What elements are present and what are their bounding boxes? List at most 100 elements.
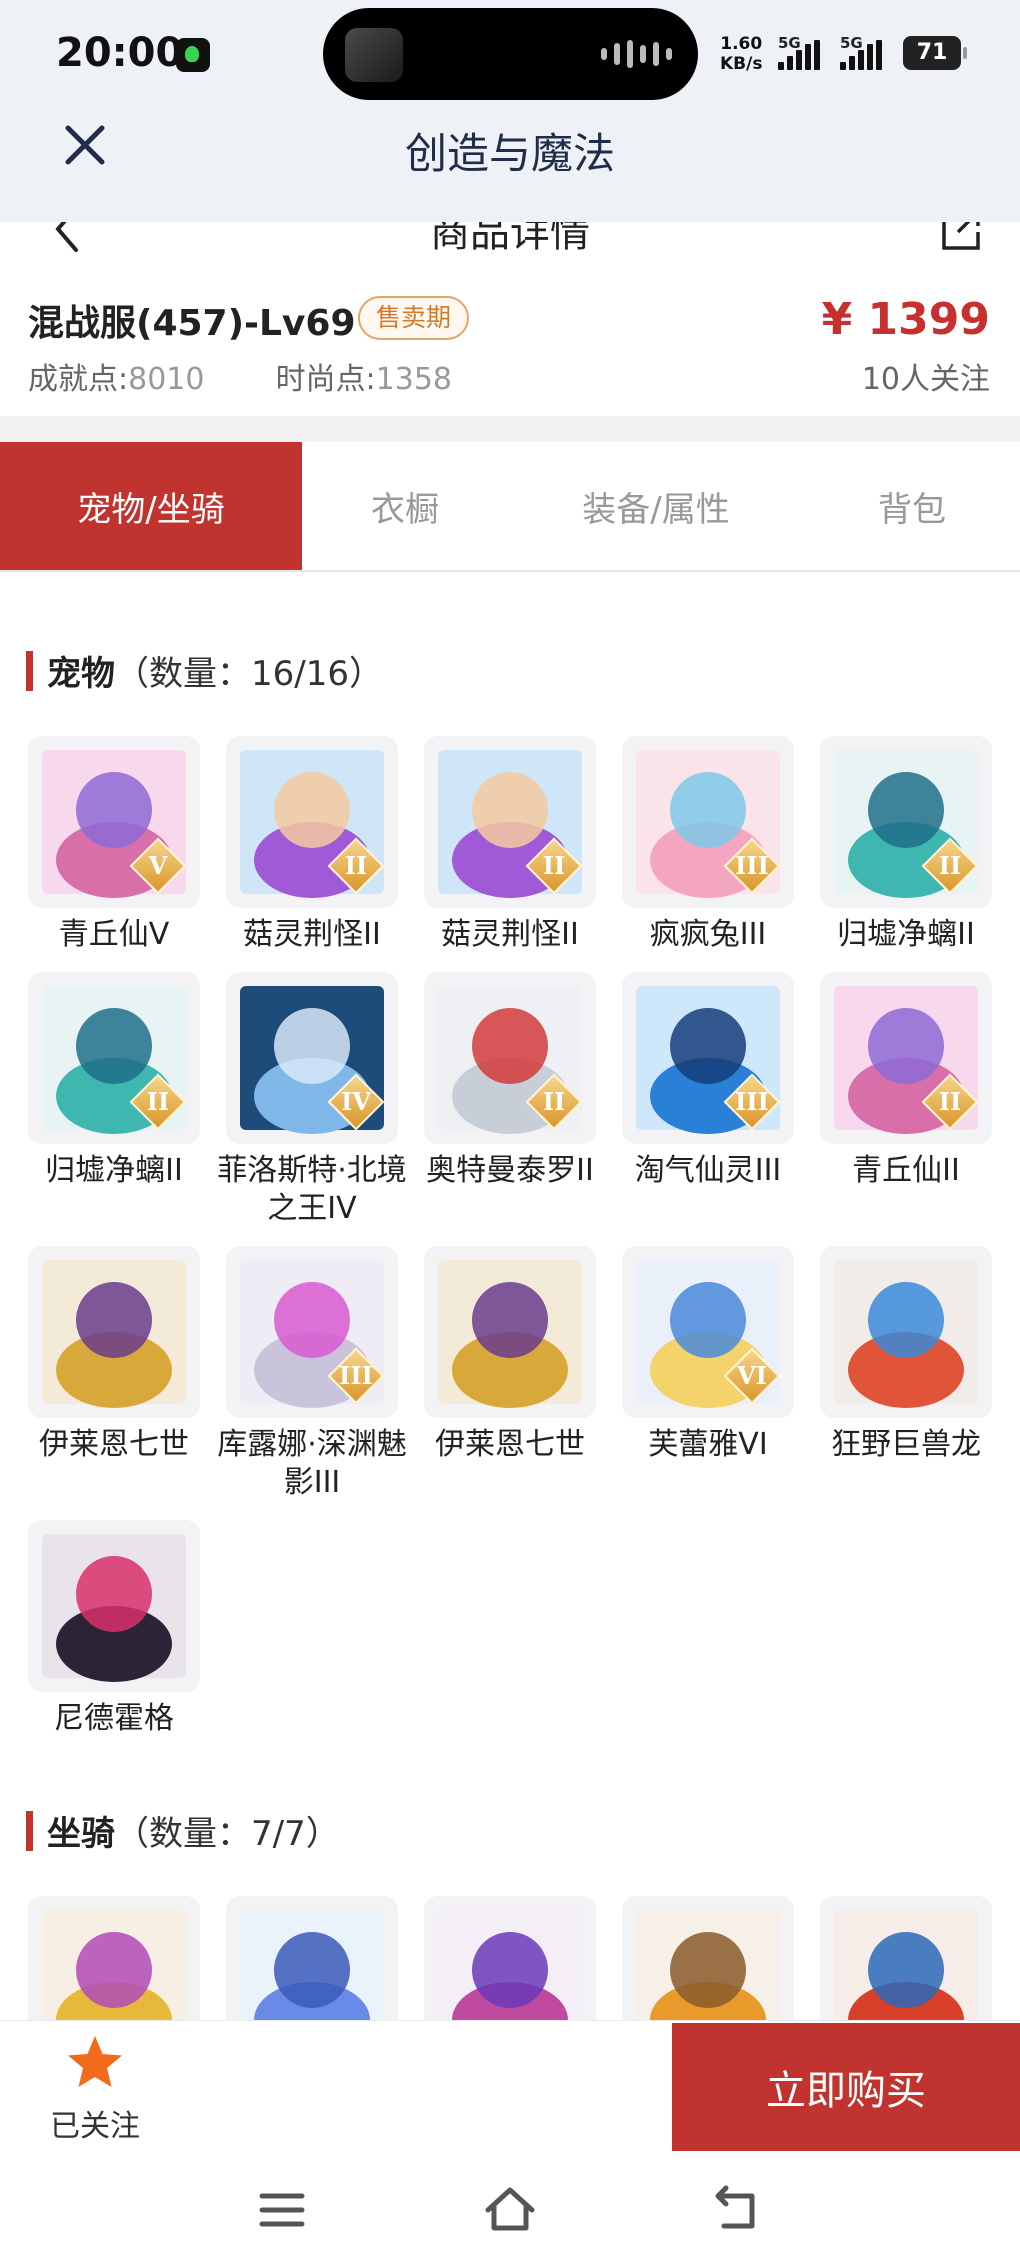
pet-card[interactable]: 伊莱恩七世 xyxy=(28,1246,200,1464)
product-stats: 成就点:8010 时尚点:1358 xyxy=(28,354,452,398)
pet-thumbnail: II xyxy=(424,736,596,908)
pet-name: 疯疯兔III xyxy=(649,917,767,952)
pet-thumbnail xyxy=(424,1246,596,1418)
pet-thumbnail: III xyxy=(226,1246,398,1418)
tab-pets-mounts[interactable]: 宠物/坐骑 xyxy=(0,442,302,570)
app-title: 创造与魔法 xyxy=(404,129,615,178)
buy-now-button[interactable]: 立即购买 xyxy=(672,2023,1020,2151)
pet-name: 菲洛斯特·北境之王IV xyxy=(217,1153,407,1226)
close-icon[interactable] xyxy=(60,120,110,170)
rank-badge-icon: II xyxy=(921,837,979,895)
mount-thumbnail xyxy=(820,1896,992,2020)
rank-badge-icon: II xyxy=(921,1073,979,1131)
pet-thumbnail: II xyxy=(820,736,992,908)
rank-badge-icon: II xyxy=(525,1073,583,1131)
rank-badge-icon: VI xyxy=(723,1347,781,1405)
pet-artwork xyxy=(42,1910,186,2020)
signal-icon: 5G xyxy=(778,34,820,70)
rank-label: II xyxy=(344,851,368,880)
rank-badge-icon: III xyxy=(327,1347,385,1405)
back-icon[interactable] xyxy=(706,2180,766,2240)
pet-thumbnail: II xyxy=(28,972,200,1144)
page-title: 商品详情 xyxy=(430,222,590,256)
pet-card[interactable]: III 淘气仙灵III xyxy=(622,972,794,1190)
pet-name: 尼德霍格 xyxy=(54,1701,174,1736)
pet-artwork xyxy=(438,1910,582,2020)
page-nav: 商品详情 xyxy=(0,222,1020,264)
pet-card[interactable]: II 菇灵荆怪II xyxy=(226,736,398,954)
pet-card[interactable]: 伊莱恩七世 xyxy=(424,1246,596,1464)
star-icon xyxy=(68,2036,122,2087)
pet-card[interactable]: IV 菲洛斯特·北境之王IV xyxy=(217,972,407,1228)
pet-card[interactable]: II 菇灵荆怪II xyxy=(424,736,596,954)
pets-count: （数量：16/16） xyxy=(115,654,383,694)
pet-card[interactable]: 狂野巨兽龙 xyxy=(820,1246,992,1464)
mounts-section-header: 坐骑 （数量：7/7） xyxy=(26,1806,340,1855)
mount-card[interactable] xyxy=(424,1896,596,2020)
tab-equipment[interactable]: 装备/属性 xyxy=(508,442,804,570)
rank-badge-icon: III xyxy=(723,1073,781,1131)
pet-name: 菇灵荆怪II xyxy=(243,917,381,952)
tab-wardrobe[interactable]: 衣橱 xyxy=(302,442,508,570)
tab-backpack[interactable]: 背包 xyxy=(804,442,1020,570)
rank-label: II xyxy=(146,1087,170,1116)
menu-icon[interactable] xyxy=(252,2180,312,2240)
signal-icon-2: 5G xyxy=(840,34,882,70)
pets-section-title: 宠物 xyxy=(47,654,115,694)
status-time: 20:00 xyxy=(56,30,184,76)
sale-status-badge: 售卖期 xyxy=(358,296,470,340)
rank-badge-icon: III xyxy=(723,837,781,895)
chevron-left-icon[interactable] xyxy=(52,222,82,254)
app-top-area: 20:00 1.60 KB/s 5G 5G 71 创造与魔法 xyxy=(0,0,1020,222)
follow-button[interactable]: 已关注 xyxy=(30,2033,160,2144)
follow-label: 已关注 xyxy=(50,2109,140,2144)
pet-name: 芙蕾雅VI xyxy=(648,1427,768,1462)
rank-badge-icon: V xyxy=(129,837,187,895)
pet-thumbnail xyxy=(28,1246,200,1418)
mount-grid xyxy=(28,1896,998,2020)
pet-card[interactable]: II 归墟净螭II xyxy=(820,736,992,954)
pet-artwork xyxy=(636,1910,780,2020)
product-name: 混战服(457)-Lv69 xyxy=(28,303,356,344)
rank-badge-icon: II xyxy=(129,1073,187,1131)
pet-card[interactable]: II 奥特曼泰罗II xyxy=(424,972,596,1190)
pet-name: 库露娜·深渊魅影III xyxy=(217,1427,407,1500)
rank-label: II xyxy=(542,851,566,880)
pet-thumbnail: V xyxy=(28,736,200,908)
mount-card[interactable] xyxy=(820,1896,992,2020)
mount-card[interactable] xyxy=(622,1896,794,2020)
mount-thumbnail xyxy=(226,1896,398,2020)
signal-label: 5G xyxy=(778,34,801,52)
mount-card[interactable] xyxy=(226,1896,398,2020)
mount-card[interactable] xyxy=(28,1896,200,2020)
rank-label: III xyxy=(735,851,769,880)
achievement-label: 成就点: xyxy=(28,362,129,397)
pet-artwork xyxy=(42,1260,186,1408)
section-accent-bar xyxy=(26,650,33,691)
net-speed: 1.60 KB/s xyxy=(720,34,762,74)
follower-count: 10人关注 xyxy=(861,362,990,397)
system-nav-bar xyxy=(0,2152,1020,2267)
pet-name: 青丘仙V xyxy=(58,917,170,952)
rank-label: III xyxy=(339,1361,373,1390)
bottom-action-bar: 已关注 立即购买 xyxy=(0,2020,1020,2152)
share-icon[interactable] xyxy=(938,222,982,252)
media-thumbnail xyxy=(345,28,403,82)
rank-label: II xyxy=(938,1087,962,1116)
dynamic-island[interactable] xyxy=(323,8,698,100)
pet-card[interactable]: 尼德霍格 xyxy=(28,1520,200,1738)
home-icon[interactable] xyxy=(480,2180,540,2240)
pet-card[interactable]: III 疯疯兔III xyxy=(622,736,794,954)
pet-artwork xyxy=(240,1910,384,2020)
rank-badge-icon: IV xyxy=(327,1073,385,1131)
detail-tabs: 宠物/坐骑 衣橱 装备/属性 背包 xyxy=(0,442,1020,572)
pet-card[interactable]: II 青丘仙II xyxy=(820,972,992,1190)
pet-card[interactable]: III 库露娜·深渊魅影III xyxy=(217,1246,407,1502)
pet-name: 归墟净螭II xyxy=(837,917,975,952)
fashion-label: 时尚点: xyxy=(275,362,376,397)
pet-card[interactable]: II 归墟净螭II xyxy=(28,972,200,1190)
pet-thumbnail: III xyxy=(622,736,794,908)
section-accent-bar xyxy=(26,1810,33,1851)
pet-card[interactable]: VI 芙蕾雅VI xyxy=(622,1246,794,1464)
pet-card[interactable]: V 青丘仙V xyxy=(28,736,200,954)
